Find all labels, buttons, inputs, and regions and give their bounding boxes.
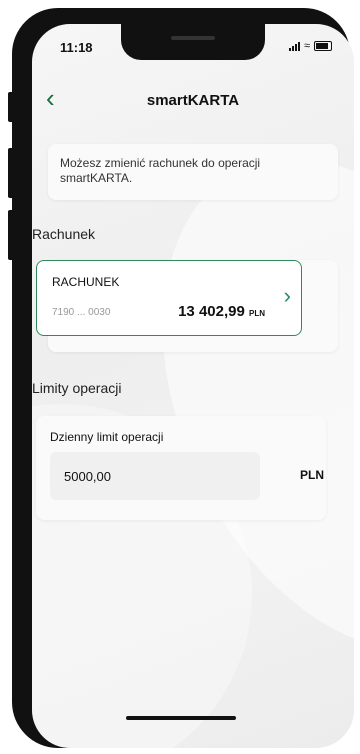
speaker (171, 36, 215, 40)
info-card: Możesz zmienić rachunek do operacji smar… (48, 144, 338, 200)
chevron-right-icon: › (283, 283, 291, 308)
header: ‹ smartKARTA (32, 85, 354, 116)
account-number: 7190 ... 0030 (52, 307, 111, 318)
limit-title: Dzienny limit operacji (50, 430, 164, 444)
notch (121, 24, 265, 60)
signal-icon (288, 42, 300, 51)
account-name: RACHUNEK (52, 275, 120, 289)
balance-currency: PLN (249, 309, 265, 318)
home-indicator (126, 716, 236, 720)
account-balance: 13 402,99 PLN (178, 303, 265, 320)
status-time: 11:18 (60, 40, 93, 55)
account-selector[interactable]: RACHUNEK 7190 ... 0030 13 402,99 PLN › (36, 260, 302, 336)
battery-icon (314, 41, 332, 51)
limit-currency: PLN (300, 468, 324, 482)
wifi-icon: ≈ (303, 40, 310, 52)
info-text: Możesz zmienić rachunek do operacji smar… (60, 156, 261, 185)
status-icons: ≈ (288, 40, 332, 52)
phone-frame: 11:18 ≈ ‹ smartKARTA Możesz zmienić rach… (12, 8, 354, 748)
balance-amount: 13 402,99 (178, 303, 245, 320)
account-section-label: Rachunek (32, 226, 96, 242)
page-title: smartKARTA (146, 92, 240, 109)
limits-section-label: Limity operacji (32, 380, 122, 396)
daily-limit-input[interactable] (50, 452, 260, 500)
